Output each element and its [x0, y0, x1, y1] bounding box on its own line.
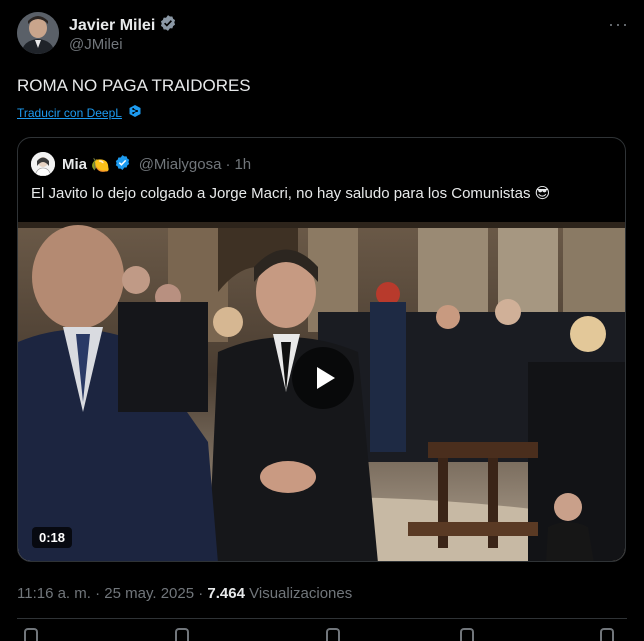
like-icon[interactable] — [326, 628, 340, 641]
meta-separator: · — [95, 585, 101, 602]
post-date[interactable]: 25 may. 2025 — [104, 585, 194, 602]
quote-author-avatar[interactable] — [31, 152, 55, 176]
author-name-row: Javier Milei — [69, 14, 177, 37]
bookmark-icon[interactable] — [460, 628, 474, 641]
deepl-icon[interactable] — [128, 104, 142, 121]
tweet-meta: 11:16 a. m. · 25 may. 2025 · 7.464 Visua… — [17, 585, 352, 602]
views-count: 7.464 — [207, 585, 245, 602]
quoted-tweet[interactable]: Mia 🍋 @Mialygosa · 1h El Javito lo dejo … — [17, 137, 626, 562]
author-handle[interactable]: @JMilei — [69, 36, 123, 53]
quote-header: Mia 🍋 @Mialygosa · 1h — [62, 154, 251, 175]
quote-author-name[interactable]: Mia — [62, 156, 87, 173]
translate-link[interactable]: Traducir con DeepL — [17, 106, 122, 120]
views-label: Visualizaciones — [249, 585, 353, 602]
meta-separator: · — [198, 585, 204, 602]
tweet-text: ROMA NO PAGA TRAIDORES — [17, 76, 251, 95]
share-icon[interactable] — [600, 628, 614, 641]
action-bar — [0, 628, 644, 641]
author-name[interactable]: Javier Milei — [69, 17, 155, 35]
author-avatar[interactable] — [17, 12, 59, 54]
repost-icon[interactable] — [175, 628, 189, 641]
divider — [17, 618, 627, 619]
play-icon — [317, 367, 335, 389]
more-horizontal-icon[interactable]: ··· — [608, 14, 629, 35]
lemon-emoji: 🍋 — [91, 156, 110, 174]
post-time[interactable]: 11:16 a. m. — [17, 585, 91, 602]
reply-icon[interactable] — [24, 628, 38, 641]
verified-badge-icon — [159, 14, 177, 37]
verified-badge-icon — [114, 154, 131, 175]
quote-author-handle[interactable]: @Mialygosa — [139, 156, 222, 173]
tweet: Javier Milei @JMilei ··· ROMA NO PAGA TR… — [0, 0, 644, 641]
video-player[interactable]: 0:18 — [18, 222, 625, 561]
quote-text: El Javito lo dejo colgado a Jorge Macri,… — [31, 185, 551, 202]
play-button[interactable] — [292, 347, 354, 409]
translate-row: Traducir con DeepL — [17, 104, 142, 121]
quote-separator: · — [225, 156, 231, 173]
video-duration: 0:18 — [32, 527, 73, 548]
quote-time[interactable]: 1h — [234, 156, 251, 173]
